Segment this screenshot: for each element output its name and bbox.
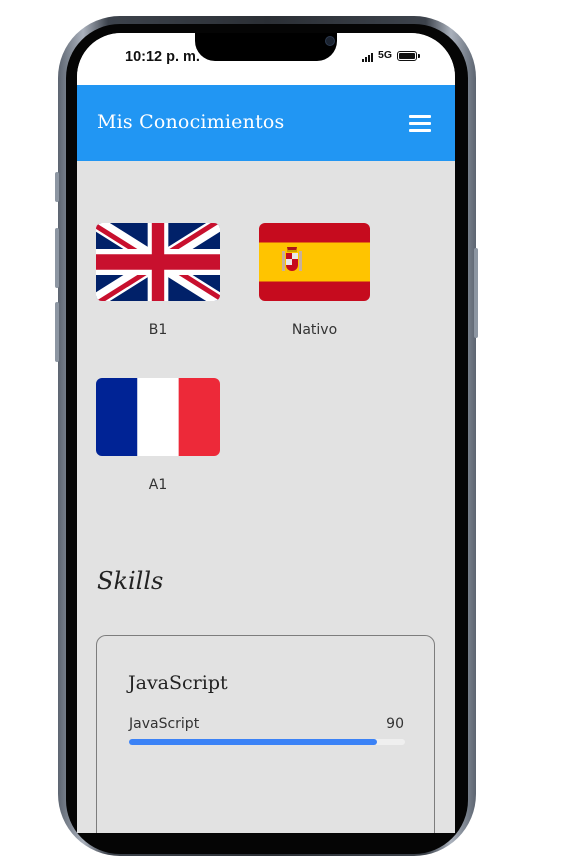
page-title: Mis Conocimientos [97,111,285,133]
phone-screen: 10:12 p. m. 5G Mis Conocimientos B1 Nati… [77,33,455,833]
skill-value: 90 [386,716,404,732]
phone-side-button [474,248,478,338]
skill-progress-fill [129,739,378,745]
network-label: 5G [378,49,393,61]
language-card-spanish: Nativo [259,223,370,338]
phone-side-button [55,228,59,288]
language-level: Nativo [291,322,338,338]
language-level: B1 [148,322,168,338]
battery-tip [418,54,420,58]
language-card-english: B1 [96,223,220,338]
skill-progress-bar [129,739,405,745]
notch [195,33,337,61]
status-bar: 10:12 p. m. 5G [77,33,455,85]
skill-card: JavaScript JavaScript 90 [96,635,435,833]
skill-card-title: JavaScript [128,672,228,694]
language-card-french: A1 [96,378,220,493]
spain-flag-icon [259,223,370,301]
app-bar: Mis Conocimientos [77,85,455,161]
skill-name: JavaScript [129,716,200,732]
battery-icon [397,51,417,61]
phone-side-button [55,172,59,202]
phone-side-button [55,302,59,362]
language-level: A1 [148,477,168,493]
uk-flag-icon [96,223,220,301]
camera-icon [325,36,335,46]
skills-heading: Skills [97,567,164,595]
hamburger-menu-icon[interactable] [409,113,433,133]
status-time: 10:12 p. m. [125,49,200,65]
signal-icon [362,53,376,62]
france-flag-icon [96,378,220,456]
